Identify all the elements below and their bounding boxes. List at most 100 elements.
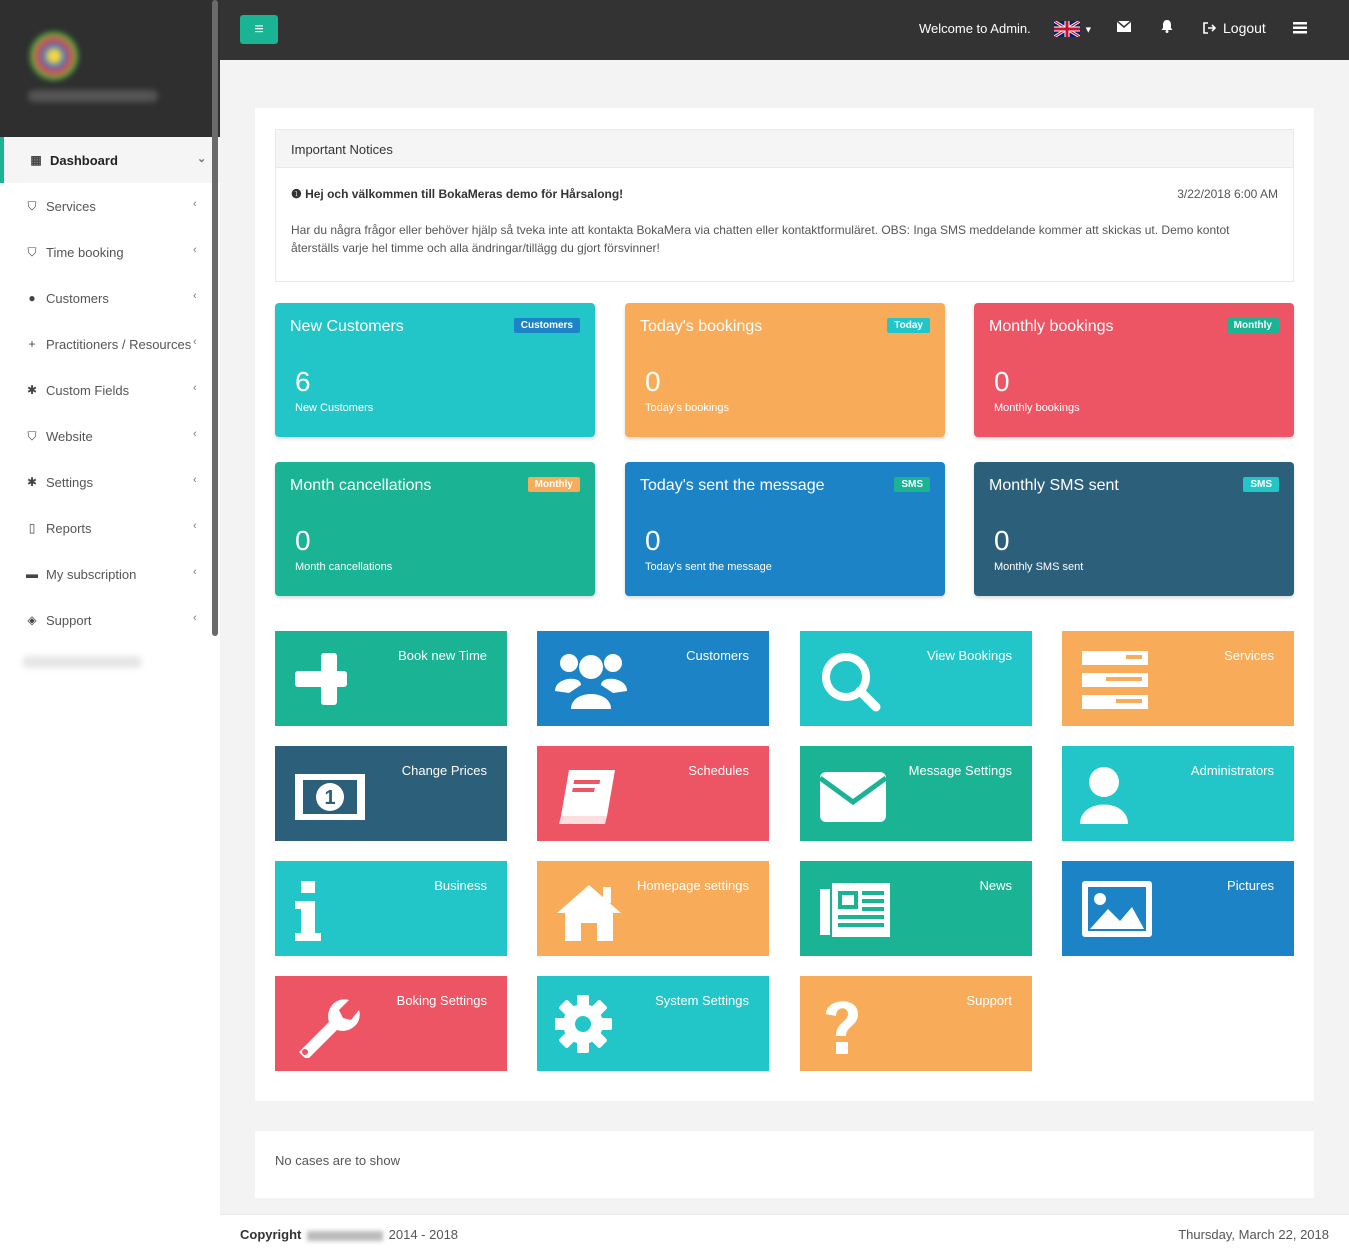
stat-value: 0 xyxy=(994,366,1010,397)
tile-schedules[interactable]: Schedules xyxy=(537,746,769,841)
sidebar-item-label: Custom Fields xyxy=(46,382,130,398)
sidebar-item-label: Support xyxy=(46,612,92,628)
tile-label: Pictures xyxy=(1227,878,1274,893)
tile-label: Customers xyxy=(686,648,749,663)
shield-icon: ⛉ xyxy=(27,198,37,213)
stat-badge: Customers xyxy=(513,318,580,333)
tile-label: Administrators xyxy=(1190,763,1274,778)
footer: Copyright 2014 - 2018 Thursday, March 22… xyxy=(220,1214,1349,1253)
sidebar-item-time-booking[interactable]: ⛉ Time booking ‹ xyxy=(0,229,220,275)
tile-view-bookings[interactable]: View Bookings xyxy=(800,631,1032,726)
sidebar-item-services[interactable]: ⛉ Services ‹ xyxy=(0,183,220,229)
wrench-icon xyxy=(293,994,365,1060)
plus-icon: + xyxy=(28,337,36,351)
stat-subtitle: Month cancellations xyxy=(295,561,393,573)
plus-icon xyxy=(293,649,365,713)
language-selector[interactable]: ▼ xyxy=(1053,20,1093,39)
tile-label: Boking Settings xyxy=(396,993,487,1008)
hamburger-icon: ≡ xyxy=(254,21,264,38)
asterisk-icon: ✱ xyxy=(26,475,38,489)
stat-card: New Customers Customers 6 New Customers xyxy=(275,303,595,437)
sidebar-item-custom-fields[interactable]: ✱ Custom Fields ‹ xyxy=(0,367,220,413)
sidebar-item-label: My subscription xyxy=(46,566,137,582)
sidebar-item-dashboard[interactable]: ▦ Dashboard ⌄ xyxy=(0,137,220,183)
dashboard-panel: Important Notices ❶ Hej och välkommen ti… xyxy=(255,108,1314,1101)
tile-change-prices[interactable]: 1 Change Prices xyxy=(275,746,507,841)
tile-business[interactable]: Business xyxy=(275,861,507,956)
info-icon xyxy=(293,879,365,943)
newspaper-icon xyxy=(818,879,890,943)
stat-badge: SMS xyxy=(894,477,930,492)
sidebar-item-settings[interactable]: ✱ Settings ‹ xyxy=(0,459,220,505)
chevron-left-icon: ‹ xyxy=(193,612,197,624)
stat-subtitle: New Customers xyxy=(295,402,374,414)
notice-box: Important Notices ❶ Hej och välkommen ti… xyxy=(275,129,1294,282)
menu-toggle-button[interactable]: ≡ xyxy=(240,15,278,44)
stat-card: Today's sent the message SMS 0 Today's sent… xyxy=(625,462,945,596)
book-icon xyxy=(555,764,627,828)
sidebar-nav: ▦ Dashboard ⌄ ⛉ Services ‹ ⛉ Time booking ‹ ● Cust… xyxy=(0,137,220,643)
tile-label: Homepage settings xyxy=(636,878,749,893)
chevron-left-icon: ‹ xyxy=(193,244,197,256)
tile-support[interactable]: Support xyxy=(800,976,1032,1071)
tile-homepage-settings[interactable]: Homepage settings xyxy=(537,861,769,956)
chevron-left-icon: ‹ xyxy=(193,336,197,348)
profile-name-redacted xyxy=(28,90,158,102)
tile-message-settings[interactable]: Message Settings xyxy=(800,746,1032,841)
stat-title: Today's bookings xyxy=(640,318,763,335)
chevron-left-icon: ‹ xyxy=(193,290,197,302)
chevron-left-icon: ‹ xyxy=(193,474,197,486)
envelope-icon[interactable] xyxy=(1116,19,1132,35)
question-icon xyxy=(818,994,890,1058)
right-sidebar-toggle-icon[interactable] xyxy=(1293,21,1307,37)
welcome-text: Welcome to Admin. xyxy=(919,21,1031,36)
chevron-left-icon: ‹ xyxy=(193,566,197,578)
tile-boking-settings[interactable]: Boking Settings xyxy=(275,976,507,1071)
stat-value: 0 xyxy=(645,525,661,556)
svg-text:1: 1 xyxy=(324,787,335,809)
chevron-left-icon: ‹ xyxy=(193,428,197,440)
user-icon xyxy=(1080,764,1152,828)
notice-title: ❶ Hej och välkommen till BokaMeras demo … xyxy=(291,187,624,201)
shield-icon: ⛉ xyxy=(27,244,37,259)
sidebar-item-label: Services xyxy=(46,198,96,214)
sidebar-item-reports[interactable]: ▯ Reports ‹ xyxy=(0,505,220,551)
info-circle-icon: ❶ xyxy=(291,187,306,201)
user-icon: ● xyxy=(28,291,36,305)
tile-customers[interactable]: Customers xyxy=(537,631,769,726)
sidebar-item-my-subscription[interactable]: ▬ My subscription ‹ xyxy=(0,551,220,597)
sidebar-item-label: Website xyxy=(46,428,93,444)
tile-book-new-time[interactable]: Book new Time xyxy=(275,631,507,726)
stat-value: 0 xyxy=(994,525,1010,556)
tile-label: Message Settings xyxy=(908,763,1012,778)
list-icon xyxy=(1080,649,1152,713)
sidebar-item-customers[interactable]: ● Customers ‹ xyxy=(0,275,220,321)
chevron-left-icon: ‹ xyxy=(193,520,197,532)
tile-administrators[interactable]: Administrators xyxy=(1062,746,1294,841)
grid-icon: ▦ xyxy=(30,153,42,167)
stat-title: Today's sent the message xyxy=(640,477,825,494)
bell-icon[interactable] xyxy=(1160,19,1174,36)
avatar[interactable] xyxy=(30,32,78,80)
tile-news[interactable]: News xyxy=(800,861,1032,956)
stat-value: 0 xyxy=(295,525,311,556)
sign-out-icon xyxy=(1203,22,1217,34)
logout-label: Logout xyxy=(1223,20,1266,36)
stat-title: Monthly bookings xyxy=(989,318,1114,335)
logout-button[interactable]: Logout xyxy=(1203,20,1266,36)
tile-system-settings[interactable]: System Settings xyxy=(537,976,769,1071)
stat-card: Monthly bookings Monthly 0 Monthly bookings xyxy=(974,303,1294,437)
sidebar-item-website[interactable]: ⛉ Website ‹ xyxy=(0,413,220,459)
cases-panel: No cases are to show xyxy=(255,1131,1314,1198)
sidebar-item-support[interactable]: ◈ Support ‹ xyxy=(0,597,220,643)
sidebar-item-practitioners-resources[interactable]: + Practitioners / Resources ‹ xyxy=(0,321,220,367)
tile-pictures[interactable]: Pictures xyxy=(1062,861,1294,956)
stat-value: 0 xyxy=(645,366,661,397)
asterisk-icon: ✱ xyxy=(26,383,38,397)
ticket-icon: ◈ xyxy=(27,613,37,627)
caret-down-icon: ▼ xyxy=(1083,24,1093,35)
tile-label: Support xyxy=(966,993,1012,1008)
tile-services[interactable]: Services xyxy=(1062,631,1294,726)
sidebar-scrollbar[interactable] xyxy=(212,0,218,636)
tile-label: Services xyxy=(1224,648,1274,663)
